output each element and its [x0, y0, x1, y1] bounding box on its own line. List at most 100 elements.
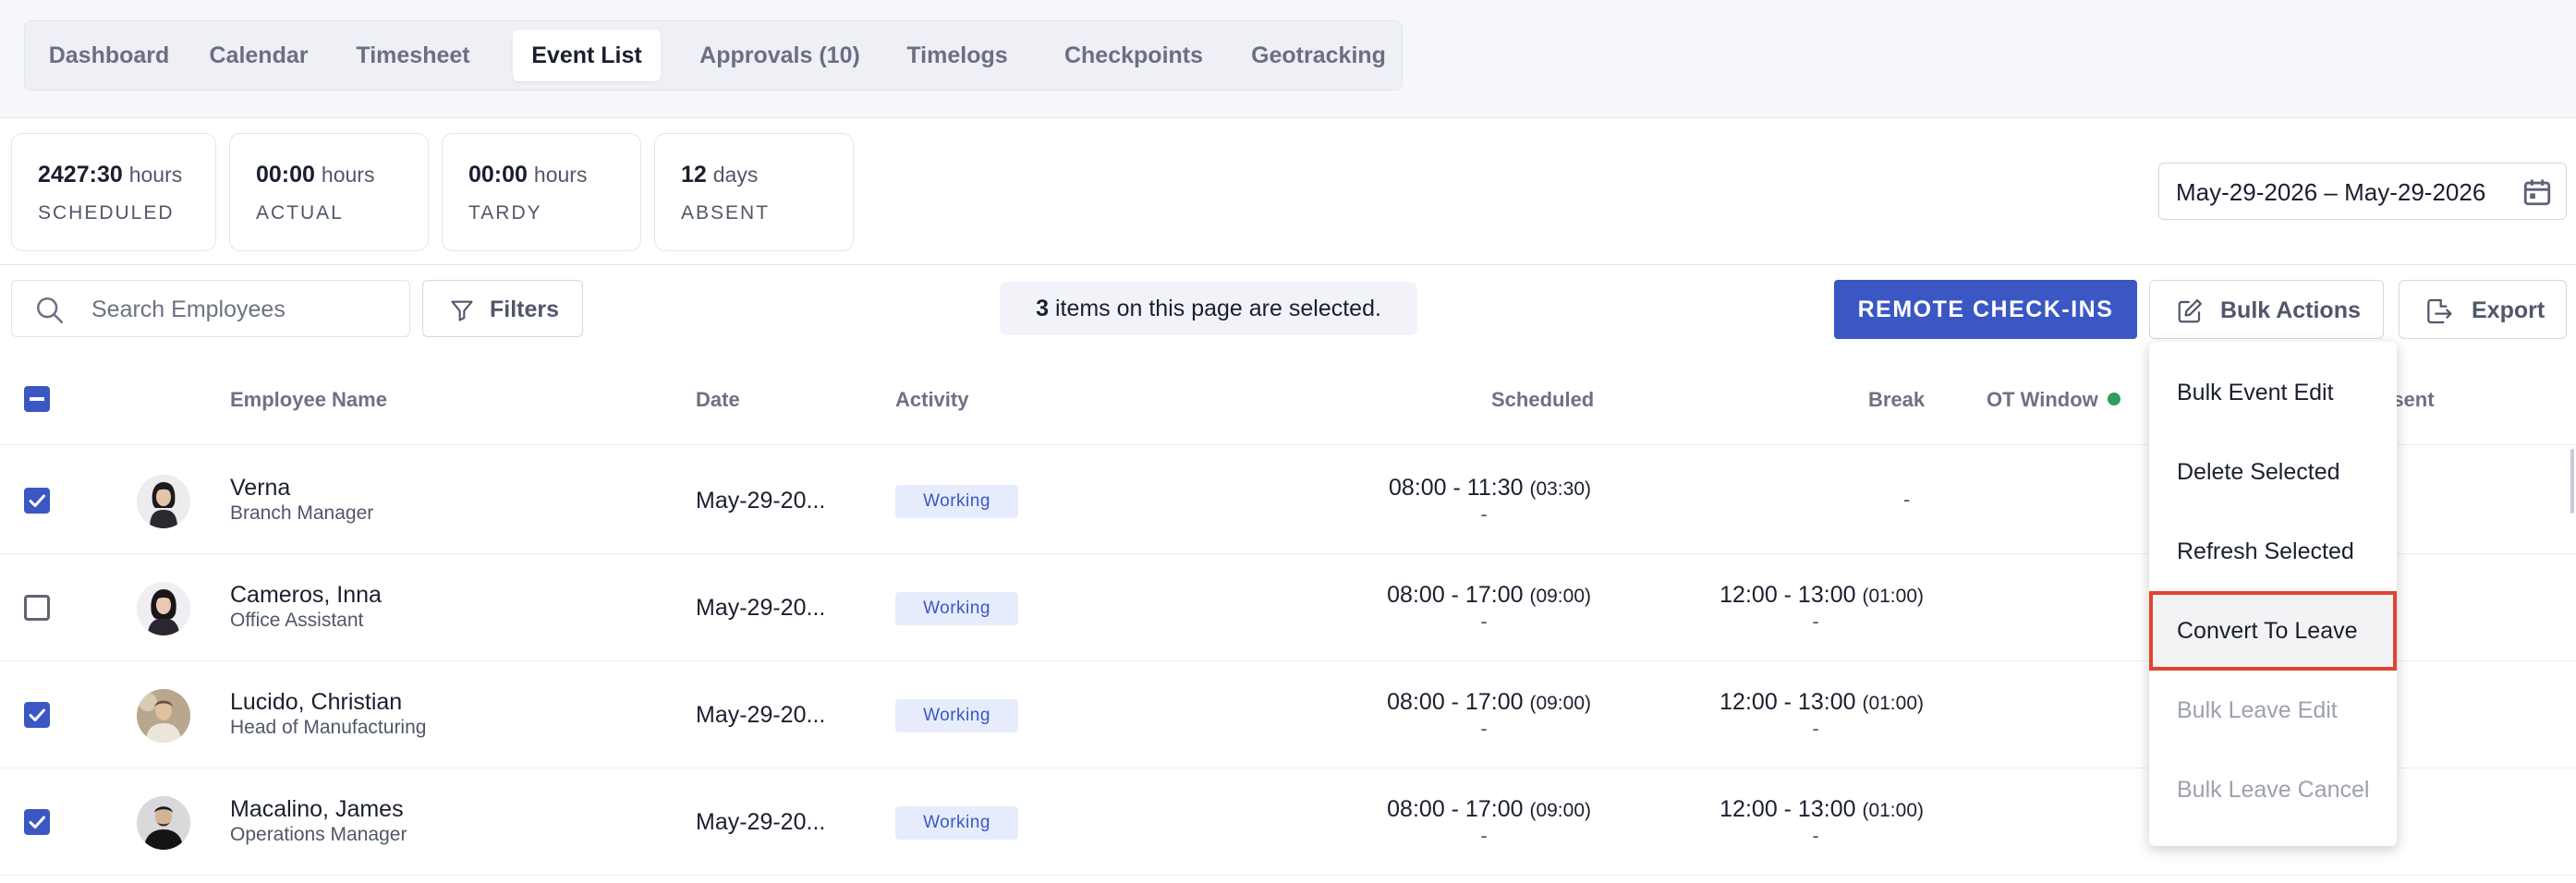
header-employee-name[interactable]: Employee Name [230, 388, 387, 412]
selection-message: 3 items on this page are selected. [1000, 282, 1417, 335]
menu-item-convert-to-leave[interactable]: Convert To Leave [2149, 591, 2397, 671]
employee-role: Operations Manager [230, 824, 407, 845]
break-sub: - [1812, 824, 1819, 847]
stat-unit: hours [128, 163, 183, 187]
stat-value: 2427:30 [38, 162, 123, 187]
row-checkbox[interactable] [24, 488, 50, 514]
avatar [137, 475, 190, 528]
tab-event-list[interactable]: Event List [513, 30, 661, 81]
break-range: 12:00 - 13:00 [1719, 689, 1856, 715]
menu-item-delete-selected[interactable]: Delete Selected [2149, 432, 2397, 512]
select-all-checkbox[interactable] [24, 386, 50, 412]
stat-value: 00:00 [256, 162, 315, 187]
ot-status-dot [2107, 393, 2120, 406]
stat-tardy: 00:00 hours TARDY [442, 133, 641, 251]
scheduled-sub: - [1480, 717, 1488, 740]
header-scheduled[interactable]: Scheduled [1491, 388, 1594, 412]
employee-name[interactable]: Cameros, Inna [230, 582, 382, 609]
break-range: 12:00 - 13:00 [1719, 796, 1856, 822]
tab-dashboard[interactable]: Dashboard [40, 30, 178, 81]
scheduled-time: 08:00 - 17:00 (09:00) [1387, 689, 1591, 716]
scheduled-range: 08:00 - 17:00 [1387, 689, 1524, 715]
employee-name[interactable]: Verna [230, 475, 290, 502]
date-range-picker[interactable]: May-29-2026 – May-29-2026 [2158, 163, 2567, 220]
employee-name[interactable]: Macalino, James [230, 796, 404, 823]
event-date: May-29-20... [696, 595, 826, 621]
tab-approvals[interactable]: Approvals (10) [683, 30, 877, 81]
header-activity[interactable]: Activity [895, 388, 968, 412]
scheduled-range: 08:00 - 17:00 [1387, 582, 1524, 608]
tab-timelogs[interactable]: Timelogs [897, 30, 1017, 81]
break-time: 12:00 - 13:00 (01:00) [1719, 689, 1924, 716]
employee-role: Head of Manufacturing [230, 717, 427, 738]
break-sub: - [1812, 717, 1819, 740]
tab-bar: Dashboard Calendar Timesheet Event List … [24, 20, 1403, 91]
employee-role: Branch Manager [230, 502, 374, 524]
scheduled-sub: - [1480, 610, 1488, 633]
header-ot-window[interactable]: OT Window [1987, 388, 2120, 412]
row-checkbox[interactable] [24, 595, 50, 621]
bulk-actions-menu: Bulk Event Edit Delete Selected Refresh … [2149, 342, 2397, 846]
break-duration: (01:00) [1862, 586, 1924, 607]
event-date: May-29-20... [696, 488, 826, 514]
scheduled-duration: (03:30) [1529, 478, 1591, 500]
row-checkbox[interactable] [24, 809, 50, 835]
vertical-scrollbar[interactable] [2570, 449, 2574, 514]
avatar [137, 689, 190, 743]
activity-badge: Working [895, 806, 1018, 840]
search-icon [36, 296, 64, 324]
export-label: Export [2472, 297, 2546, 323]
activity-badge: Working [895, 592, 1018, 625]
scheduled-duration: (09:00) [1529, 586, 1591, 607]
bulk-actions-label: Bulk Actions [2220, 297, 2361, 323]
scheduled-time: 08:00 - 17:00 (09:00) [1387, 582, 1591, 609]
header-break[interactable]: Break [1868, 388, 1925, 412]
search-placeholder: Search Employees [91, 296, 286, 322]
tab-calendar[interactable]: Calendar [199, 30, 319, 81]
scheduled-time: 08:00 - 17:00 (09:00) [1387, 796, 1591, 823]
tab-checkpoints[interactable]: Checkpoints [1049, 30, 1219, 81]
export-button[interactable]: Export [2399, 280, 2567, 339]
menu-item-bulk-leave-edit[interactable]: Bulk Leave Edit [2149, 671, 2397, 750]
selection-text: items on this page are selected. [1054, 296, 1381, 321]
header-date[interactable]: Date [696, 388, 740, 412]
stat-label: ABSENT [681, 202, 771, 224]
break-duration: (01:00) [1862, 693, 1924, 714]
stat-scheduled: 2427:30 hours SCHEDULED [11, 133, 216, 251]
activity-badge: Working [895, 699, 1018, 732]
calendar-icon[interactable] [2521, 176, 2553, 208]
avatar [137, 582, 190, 635]
break-time: 12:00 - 13:00 (01:00) [1719, 582, 1924, 609]
avatar [137, 796, 190, 850]
break-empty: - [1903, 488, 1911, 511]
scheduled-time: 08:00 - 11:30 (03:30) [1389, 475, 1591, 502]
employee-name[interactable]: Lucido, Christian [230, 689, 402, 716]
menu-item-bulk-leave-cancel[interactable]: Bulk Leave Cancel [2149, 750, 2397, 829]
break-range: 12:00 - 13:00 [1719, 582, 1856, 608]
filters-button[interactable]: Filters [422, 280, 583, 337]
stat-value: 00:00 [468, 162, 528, 187]
tab-timesheet[interactable]: Timesheet [339, 30, 487, 81]
scheduled-sub: - [1480, 824, 1488, 847]
stat-unit: hours [533, 163, 588, 187]
stat-value: 12 [681, 162, 707, 187]
selection-count: 3 [1036, 296, 1049, 321]
event-date: May-29-20... [696, 809, 826, 835]
stat-unit: days [712, 163, 759, 187]
bulk-actions-button[interactable]: Bulk Actions [2149, 280, 2384, 339]
tab-geotracking[interactable]: Geotracking [1237, 30, 1400, 81]
stat-label: TARDY [468, 202, 542, 224]
menu-item-refresh-selected[interactable]: Refresh Selected [2149, 512, 2397, 591]
ot-window-label: OT Window [1987, 388, 2098, 411]
menu-item-bulk-event-edit[interactable]: Bulk Event Edit [2149, 353, 2397, 432]
search-input[interactable]: Search Employees [11, 280, 410, 337]
scheduled-duration: (09:00) [1529, 693, 1591, 714]
break-duration: (01:00) [1862, 800, 1924, 821]
filter-icon [451, 300, 473, 321]
break-sub: - [1812, 610, 1819, 633]
employee-role: Office Assistant [230, 610, 364, 631]
remote-check-ins-button[interactable]: REMOTE CHECK-INS [1834, 280, 2137, 339]
filters-label: Filters [490, 296, 560, 322]
section-divider [0, 264, 2576, 265]
row-checkbox[interactable] [24, 702, 50, 728]
